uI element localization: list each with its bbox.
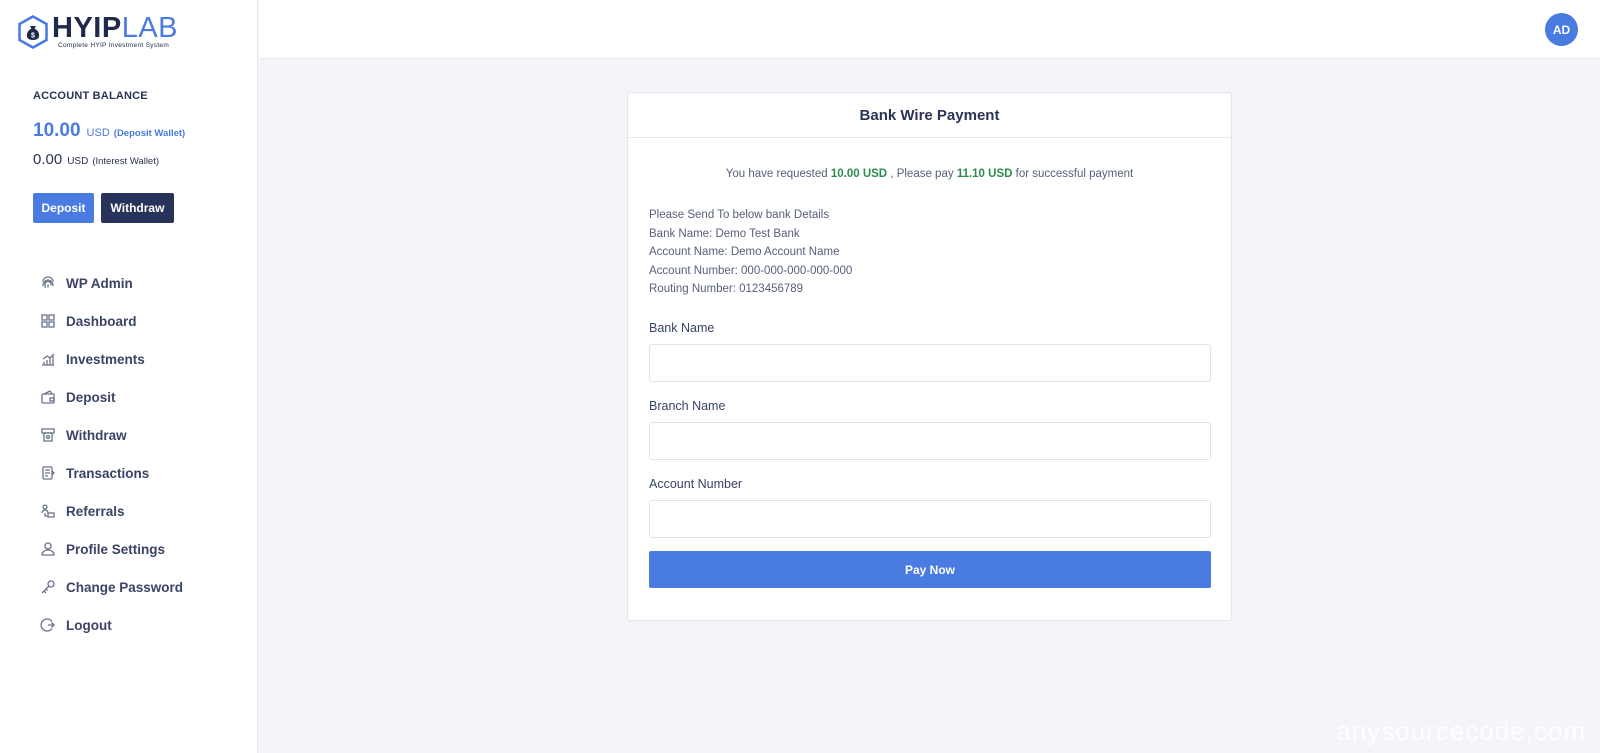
logo[interactable]: $ HYIPLAB Complete HYIP Investment Syste… — [16, 14, 178, 49]
investments-icon — [42, 353, 55, 366]
pay-now-button[interactable]: Pay Now — [649, 551, 1211, 588]
bank-details-line: Routing Number: 0123456789 — [649, 283, 804, 296]
sidebar-item-logout[interactable]: Logout — [40, 606, 250, 644]
logout-icon — [40, 618, 55, 632]
logo-word-part1: HYIP — [52, 12, 122, 44]
bank-wire-payment-card: Bank Wire Payment You have requested 10.… — [627, 92, 1232, 621]
payment-request-summary: You have requested 10.00 USD , Please pa… — [628, 168, 1231, 180]
sidebar-item-label: Profile Settings — [66, 541, 166, 557]
key-icon — [41, 580, 55, 594]
deposit-button[interactable]: Deposit — [33, 193, 94, 223]
sidebar-item-wp-admin[interactable]: WP Admin — [40, 264, 250, 302]
bank-details-line: Account Number: 000-000-000-000-000 — [649, 264, 853, 277]
user-icon — [41, 542, 55, 556]
fingerprint-icon — [41, 276, 55, 289]
deposit-amount: 10.00 — [33, 120, 81, 141]
deposit-wallet-balance: 10.00 USD (Deposit Wallet) — [33, 120, 185, 142]
sidebar-item-label: Logout — [66, 617, 112, 633]
watermark: anysourcecode.com — [1336, 716, 1586, 746]
card-title: Bank Wire Payment — [628, 93, 1231, 138]
transactions-icon — [42, 466, 55, 480]
bank-details-line: Please Send To below bank Details — [649, 209, 830, 221]
dashboard-icon — [41, 314, 55, 328]
sidebar-item-label: Deposit — [66, 389, 116, 405]
sidebar-item-referrals[interactable]: Referrals — [40, 492, 250, 530]
logo-tagline: Complete HYIP Investment System — [58, 42, 170, 49]
bank-name-input[interactable] — [649, 344, 1211, 382]
sidebar-item-investments[interactable]: Investments — [40, 340, 250, 378]
bank-details-line: Account Name: Demo Account Name — [649, 246, 840, 259]
sidebar-nav: WP Admin Dashboard Investments Deposit W… — [40, 264, 250, 644]
account-number-input[interactable] — [649, 500, 1211, 538]
sidebar: $ HYIPLAB Complete HYIP Investment Syste… — [0, 0, 258, 753]
avatar[interactable]: AD — [1545, 13, 1578, 46]
interest-wallet-label: (Interest Wallet) — [92, 156, 160, 167]
sidebar-item-change-password[interactable]: Change Password — [40, 568, 250, 606]
sidebar-item-transactions[interactable]: Transactions — [40, 454, 250, 492]
bank-details: Please Send To below bank Details Bank N… — [649, 206, 852, 299]
sidebar-item-label: Withdraw — [66, 427, 127, 443]
sidebar-item-label: WP Admin — [66, 275, 133, 291]
requested-amount: 10.00 USD — [830, 168, 888, 180]
sidebar-item-profile-settings[interactable]: Profile Settings — [40, 530, 250, 568]
request-prefix: You have requested — [725, 168, 828, 180]
bank-name-label: Bank Name — [649, 321, 715, 335]
wallet-icon — [41, 390, 55, 404]
request-middle: , Please pay — [890, 168, 954, 180]
sidebar-item-label: Referrals — [66, 503, 125, 519]
sidebar-item-label: Transactions — [66, 465, 150, 481]
interest-wallet-balance: 0.00 USD (Interest Wallet) — [33, 151, 159, 168]
interest-amount: 0.00 — [33, 151, 63, 168]
interest-currency: USD — [67, 156, 89, 167]
sidebar-item-withdraw[interactable]: Withdraw — [40, 416, 250, 454]
deposit-wallet-label: (Deposit Wallet) — [113, 128, 186, 139]
referrals-icon — [41, 504, 55, 518]
withdraw-button[interactable]: Withdraw — [101, 193, 174, 223]
pay-amount: 11.10 USD — [956, 168, 1013, 180]
sidebar-item-dashboard[interactable]: Dashboard — [40, 302, 250, 340]
account-balance-title: ACCOUNT BALANCE — [33, 90, 148, 102]
bank-details-line: Bank Name: Demo Test Bank — [649, 227, 800, 240]
top-bar: AD — [259, 0, 1600, 59]
sidebar-item-label: Dashboard — [66, 313, 137, 329]
sidebar-item-deposit[interactable]: Deposit — [40, 378, 250, 416]
deposit-currency: USD — [86, 127, 110, 139]
logo-word-part2: LAB — [121, 12, 179, 44]
request-suffix: for successful payment — [1015, 168, 1134, 180]
sidebar-item-label: Investments — [66, 351, 145, 367]
branch-name-label: Branch Name — [649, 399, 726, 413]
money-bag-logo-icon: $ — [18, 14, 48, 49]
sidebar-item-label: Change Password — [66, 579, 184, 595]
account-number-label: Account Number — [649, 477, 743, 491]
svg-text:$: $ — [31, 32, 35, 39]
atm-icon — [41, 428, 55, 442]
branch-name-input[interactable] — [649, 422, 1211, 460]
